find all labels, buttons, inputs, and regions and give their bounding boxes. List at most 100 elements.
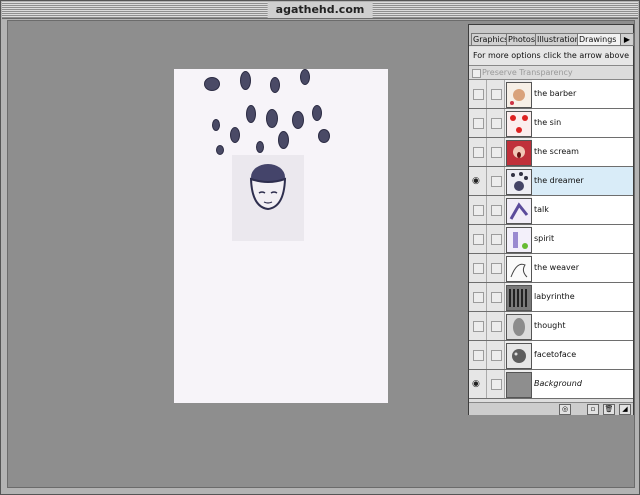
layer-link-toggle[interactable] (487, 167, 505, 195)
tab-graphics[interactable]: Graphics (471, 33, 508, 45)
layer-link-toggle[interactable] (487, 341, 505, 369)
visibility-checkbox[interactable] (473, 89, 484, 100)
layer-link-toggle[interactable] (487, 109, 505, 137)
link-checkbox[interactable] (491, 263, 502, 274)
link-checkbox[interactable] (491, 176, 502, 187)
layer-link-toggle[interactable] (487, 138, 505, 166)
layer-link-toggle[interactable] (487, 283, 505, 311)
layer-name[interactable]: Background (532, 370, 633, 398)
layer-visibility-toggle[interactable]: ◉ (469, 370, 487, 398)
browser-window: agathehd.com Graphics Photos Illustratio… (0, 0, 640, 495)
layer-thumbnail[interactable] (506, 314, 532, 340)
visibility-checkbox[interactable] (473, 350, 484, 361)
layer-thumbnail[interactable] (506, 285, 532, 311)
layer-thumbnail[interactable] (506, 227, 532, 253)
drawn-eye (270, 77, 280, 93)
preserve-transparency-checkbox[interactable] (472, 69, 481, 78)
layer-row[interactable]: the sin (469, 109, 633, 138)
drawn-eye (216, 145, 224, 155)
options-hint: For more options click the arrow above (469, 47, 633, 66)
layer-name[interactable]: the scream (532, 138, 633, 166)
layer-visibility-toggle[interactable] (469, 312, 487, 340)
layer-row-selected[interactable]: ◉ the dreamer (469, 167, 633, 196)
link-checkbox[interactable] (491, 234, 502, 245)
layer-visibility-toggle[interactable] (469, 254, 487, 282)
layer-name[interactable]: talk (532, 196, 633, 224)
eye-icon[interactable]: ◉ (472, 177, 480, 186)
link-checkbox[interactable] (491, 379, 502, 390)
layer-row[interactable]: the scream (469, 138, 633, 167)
layer-thumbnail[interactable] (506, 256, 532, 282)
layer-name[interactable]: the barber (532, 80, 633, 108)
layer-thumbnail[interactable] (506, 343, 532, 369)
layer-thumbnail[interactable] (506, 169, 532, 195)
layer-link-toggle[interactable] (487, 254, 505, 282)
title-bar[interactable]: agathehd.com (2, 2, 638, 19)
layer-thumbnail[interactable] (506, 82, 532, 108)
tab-illustrations[interactable]: Illustrations (535, 33, 579, 45)
eye-icon[interactable]: ◉ (472, 380, 480, 389)
thumbnail-image (507, 344, 531, 368)
layer-row[interactable]: spirit (469, 225, 633, 254)
resize-grip-icon[interactable]: ◢ (619, 404, 631, 415)
visibility-checkbox[interactable] (473, 321, 484, 332)
layer-name[interactable]: labyrinthe (532, 283, 633, 311)
visibility-checkbox[interactable] (473, 205, 484, 216)
link-checkbox[interactable] (491, 147, 502, 158)
layer-name[interactable]: spirit (532, 225, 633, 253)
layer-row[interactable]: thought (469, 312, 633, 341)
link-checkbox[interactable] (491, 89, 502, 100)
visibility-checkbox[interactable] (473, 118, 484, 129)
visibility-checkbox[interactable] (473, 234, 484, 245)
layer-name[interactable]: facetoface (532, 341, 633, 369)
layer-visibility-toggle[interactable]: ◉ (469, 167, 487, 195)
layer-name[interactable]: the weaver (532, 254, 633, 282)
tab-photos[interactable]: Photos (506, 33, 537, 45)
layer-visibility-toggle[interactable] (469, 138, 487, 166)
visibility-checkbox[interactable] (473, 147, 484, 158)
palette-menu-arrow-icon[interactable]: ▶ (620, 33, 634, 46)
drawing-eyes (196, 69, 346, 159)
layer-row-background[interactable]: ◉ Background (469, 370, 633, 399)
link-checkbox[interactable] (491, 205, 502, 216)
layer-thumbnail[interactable] (506, 111, 532, 137)
thumbnail-image (507, 286, 531, 310)
layer-name[interactable]: thought (532, 312, 633, 340)
layer-row[interactable]: the weaver (469, 254, 633, 283)
layer-row[interactable]: facetoface (469, 341, 633, 370)
drawn-eye (256, 141, 264, 153)
layer-visibility-toggle[interactable] (469, 80, 487, 108)
new-layer-icon[interactable]: ▫ (587, 404, 599, 415)
layer-row[interactable]: the barber (469, 80, 633, 109)
drawn-eye (318, 129, 330, 143)
visibility-checkbox[interactable] (473, 292, 484, 303)
layer-visibility-toggle[interactable] (469, 225, 487, 253)
mask-icon[interactable]: ◎ (559, 404, 571, 415)
link-checkbox[interactable] (491, 321, 502, 332)
visibility-checkbox[interactable] (473, 263, 484, 274)
layer-visibility-toggle[interactable] (469, 196, 487, 224)
layer-name[interactable]: the sin (532, 109, 633, 137)
layer-link-toggle[interactable] (487, 312, 505, 340)
link-checkbox[interactable] (491, 350, 502, 361)
layer-link-toggle[interactable] (487, 80, 505, 108)
layer-thumbnail[interactable] (506, 372, 532, 398)
layer-visibility-toggle[interactable] (469, 283, 487, 311)
layer-thumbnail[interactable] (506, 140, 532, 166)
layer-row[interactable]: talk (469, 196, 633, 225)
tab-drawings[interactable]: Drawings (577, 33, 621, 45)
layer-link-toggle[interactable] (487, 225, 505, 253)
preserve-transparency-row[interactable]: Preserve Transparency (469, 67, 633, 80)
layer-visibility-toggle[interactable] (469, 341, 487, 369)
layer-link-toggle[interactable] (487, 196, 505, 224)
layer-visibility-toggle[interactable] (469, 109, 487, 137)
layer-row[interactable]: labyrinthe (469, 283, 633, 312)
trash-icon[interactable]: 🗑 (603, 404, 615, 415)
layer-thumbnail[interactable] (506, 198, 532, 224)
link-checkbox[interactable] (491, 292, 502, 303)
layer-name[interactable]: the dreamer (532, 167, 633, 195)
layer-link-toggle[interactable] (487, 370, 505, 398)
drawn-eye (312, 105, 322, 121)
link-checkbox[interactable] (491, 118, 502, 129)
drawn-eye (300, 69, 310, 85)
